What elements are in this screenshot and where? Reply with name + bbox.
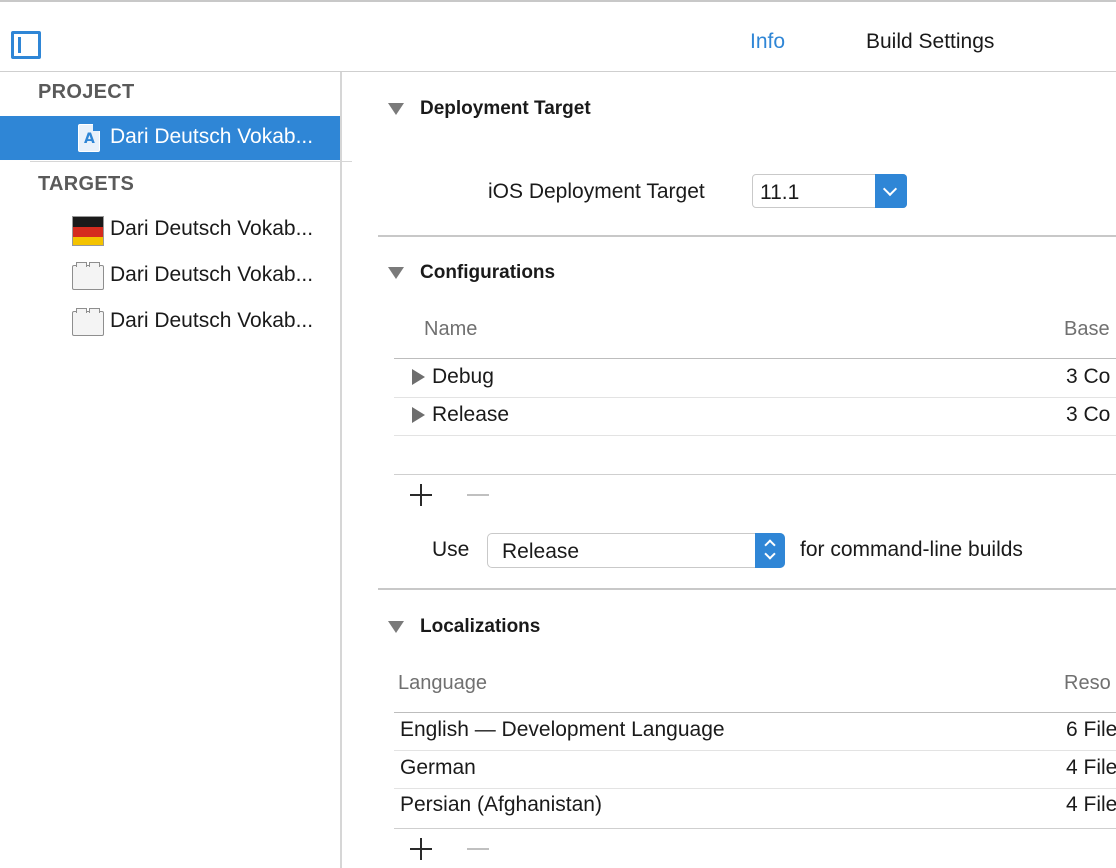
section-title-localizations: Localizations: [420, 616, 541, 637]
disclosure-triangle-icon[interactable]: [412, 407, 425, 423]
add-configuration-button[interactable]: [410, 484, 432, 506]
localization-resources: 6 File: [1066, 718, 1116, 741]
table-header-divider: [394, 358, 1116, 359]
project-navigator-sidebar: PROJECT Dari Deutsch Vokab... TARGETS Da…: [0, 72, 340, 868]
project-header: PROJECT: [38, 81, 135, 103]
disclosure-triangle-icon[interactable]: [388, 621, 404, 633]
section-divider: [378, 588, 1116, 590]
chevron-down-icon[interactable]: [875, 174, 907, 208]
localization-language: German: [400, 756, 476, 779]
ios-deployment-target-value[interactable]: 11.1: [760, 181, 799, 205]
row-divider: [394, 435, 1116, 436]
config-name: Release: [432, 403, 510, 426]
column-header-based-on[interactable]: Base: [1064, 318, 1110, 341]
table-footer-divider: [394, 828, 1116, 829]
updown-chevron-icon[interactable]: [755, 533, 785, 568]
app-flag-icon: [72, 216, 104, 246]
row-divider: [394, 788, 1116, 789]
sidebar-item-target-2[interactable]: Dari Deutsch Vokab...: [0, 254, 340, 298]
row-divider: [394, 750, 1116, 751]
sidebar-item-label: Dari Deutsch Vokab...: [110, 263, 314, 286]
column-header-resources[interactable]: Reso: [1064, 672, 1111, 695]
sidebar-separator: [30, 161, 352, 162]
column-header-name[interactable]: Name: [424, 318, 477, 341]
tab-info[interactable]: Info: [750, 30, 785, 54]
command-line-config-value[interactable]: Release: [502, 540, 579, 564]
add-localization-button[interactable]: [410, 838, 432, 860]
use-label: Use: [432, 538, 470, 561]
table-footer-divider: [394, 474, 1116, 475]
sidebar-item-project[interactable]: Dari Deutsch Vokab...: [0, 116, 340, 160]
remove-localization-button[interactable]: [467, 848, 489, 850]
command-line-config-popup[interactable]: Release: [487, 533, 785, 568]
disclosure-triangle-icon[interactable]: [388, 103, 404, 115]
section-title-deployment: Deployment Target: [420, 98, 591, 119]
sidebar-item-label: Dari Deutsch Vokab...: [110, 217, 314, 240]
editor-top-bar: Info Build Settings: [0, 0, 1116, 72]
disclosure-triangle-icon[interactable]: [388, 267, 404, 279]
table-header-divider: [394, 712, 1116, 713]
localization-resources: 4 File: [1066, 793, 1116, 816]
ios-deployment-target-label: iOS Deployment Target: [488, 180, 705, 203]
sidebar-item-label: Dari Deutsch Vokab...: [110, 309, 314, 332]
sidebar-item-label: Dari Deutsch Vokab...: [110, 125, 314, 148]
target-bundle-icon: [72, 308, 104, 336]
target-bundle-icon: [72, 262, 104, 290]
section-title-configurations: Configurations: [420, 262, 556, 283]
config-based-on: 3 Co: [1066, 403, 1111, 426]
sidebar-item-target-app[interactable]: Dari Deutsch Vokab...: [0, 208, 340, 252]
ios-deployment-target-combobox[interactable]: 11.1: [752, 174, 907, 208]
localization-language: English — Development Language: [400, 718, 725, 741]
column-header-language[interactable]: Language: [398, 672, 487, 695]
sidebar-toggle-icon[interactable]: [11, 31, 41, 59]
remove-configuration-button[interactable]: [467, 494, 489, 496]
sidebar-divider[interactable]: [340, 72, 342, 868]
row-divider: [394, 397, 1116, 398]
config-name: Debug: [432, 365, 494, 388]
sidebar-item-target-3[interactable]: Dari Deutsch Vokab...: [0, 300, 340, 344]
config-based-on: 3 Co: [1066, 365, 1111, 388]
localization-resources: 4 File: [1066, 756, 1116, 779]
localization-language: Persian (Afghanistan): [400, 793, 602, 816]
section-divider: [378, 235, 1116, 237]
command-line-builds-label: for command-line builds: [800, 538, 1023, 561]
tab-build-settings[interactable]: Build Settings: [866, 30, 994, 54]
project-file-icon: [78, 124, 100, 152]
disclosure-triangle-icon[interactable]: [412, 369, 425, 385]
targets-header: TARGETS: [38, 173, 135, 195]
